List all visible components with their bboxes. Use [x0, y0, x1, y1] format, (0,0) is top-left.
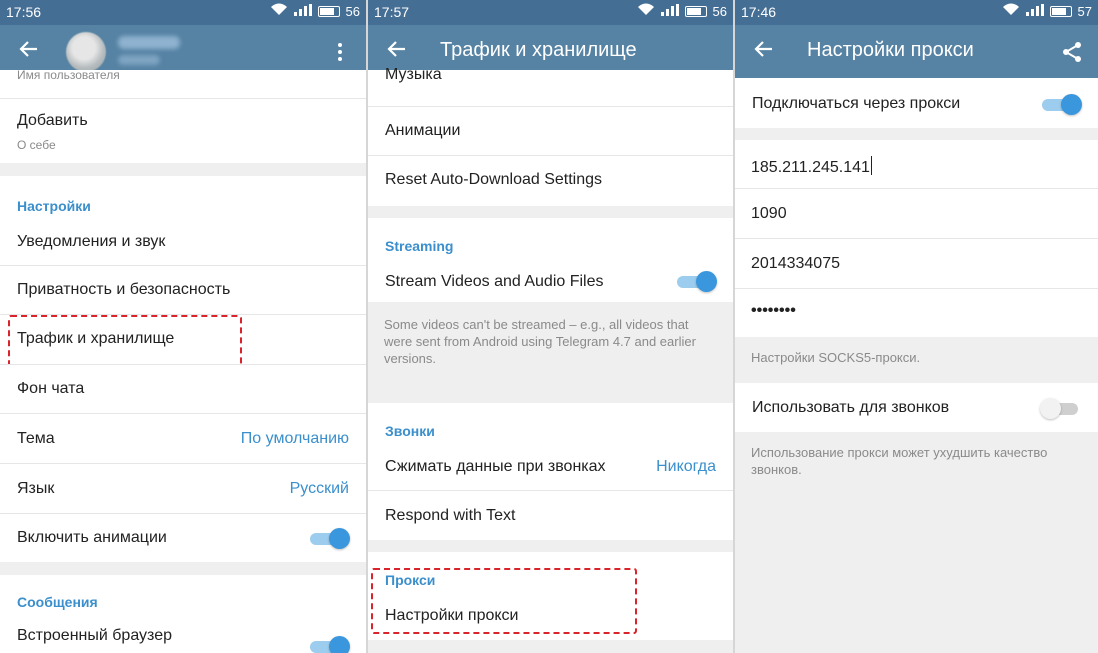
- respond-text-label: Respond with Text: [385, 507, 516, 524]
- profile-name-blurred: [118, 36, 180, 49]
- username-field[interactable]: 2014334075: [735, 239, 1098, 288]
- back-arrow-icon[interactable]: [382, 37, 412, 67]
- chat-background-label: Фон чата: [17, 380, 85, 397]
- server-value: 185.211.245.141: [751, 159, 870, 176]
- port-value: 1090: [751, 205, 787, 222]
- battery-icon: [684, 5, 707, 17]
- back-arrow-icon[interactable]: [749, 37, 779, 67]
- use-for-calls-item[interactable]: Использовать для звонков: [735, 383, 1098, 432]
- language-item[interactable]: Язык Русский: [0, 464, 366, 513]
- language-value: Русский: [289, 480, 349, 497]
- stream-note: Some videos can't be streamed – e.g., al…: [384, 317, 696, 366]
- use-proxy-item[interactable]: Подключаться через прокси: [735, 78, 1098, 128]
- notifications-item[interactable]: Уведомления и звук: [0, 222, 366, 265]
- chat-background-item[interactable]: Фон чата: [0, 365, 366, 413]
- battery-icon: [317, 5, 340, 17]
- wifi-icon: [270, 3, 288, 19]
- music-item[interactable]: Музыка: [368, 66, 733, 96]
- username-value: 2014334075: [751, 255, 840, 272]
- username-row[interactable]: Имя пользователя: [0, 68, 366, 90]
- animations-toggle[interactable]: [310, 528, 350, 549]
- more-vertical-icon[interactable]: [326, 37, 354, 67]
- status-time: 17:57: [374, 4, 410, 20]
- use-for-calls-toggle[interactable]: [1040, 398, 1080, 419]
- share-icon[interactable]: [1058, 37, 1086, 67]
- profile-settings-screen: 17:56 56 Имя пользователя Добавить О себ…: [0, 0, 366, 653]
- bio-sub: О себе: [17, 138, 56, 152]
- signal-icon: [660, 3, 679, 19]
- calls-section-title: Звонки: [385, 423, 435, 439]
- animations-label: Включить анимации: [17, 529, 167, 546]
- app-bar: Настройки прокси: [735, 25, 1098, 78]
- theme-item[interactable]: Тема По умолчанию: [0, 414, 366, 463]
- battery-level: 56: [345, 3, 360, 19]
- data-storage-screen: 17:57 56 Трафик и хранилище Музыка Анима…: [368, 0, 733, 653]
- browser-toggle[interactable]: [310, 636, 350, 653]
- password-value: ••••••••: [751, 302, 796, 319]
- battery-level: 57: [1077, 3, 1092, 19]
- calls-note-block: Использование прокси может ухудшить каче…: [735, 432, 1098, 653]
- animations-item[interactable]: Анимации: [368, 107, 733, 155]
- status-time: 17:46: [741, 4, 777, 20]
- respond-text-item[interactable]: Respond with Text: [368, 491, 733, 540]
- back-arrow-icon[interactable]: [14, 37, 44, 67]
- highlight-box: [8, 315, 242, 368]
- battery-level: 56: [712, 3, 727, 19]
- use-proxy-toggle[interactable]: [1042, 94, 1082, 115]
- theme-label: Тема: [17, 430, 55, 447]
- proxy-settings-screen: 17:46 57 Настройки прокси Подключаться ч…: [735, 0, 1098, 653]
- socks-note: Настройки SOCKS5-прокси.: [751, 350, 921, 365]
- username-hint: Имя пользователя: [17, 68, 120, 82]
- stream-item[interactable]: Stream Videos and Audio Files: [368, 262, 733, 302]
- language-label: Язык: [17, 480, 55, 497]
- notifications-label: Уведомления и звук: [17, 233, 166, 250]
- compress-calls-item[interactable]: Сжимать данные при звонках Никогда: [368, 446, 733, 490]
- animations-item[interactable]: Включить анимации: [0, 514, 366, 562]
- stream-toggle[interactable]: [677, 271, 717, 292]
- theme-value: По умолчанию: [240, 430, 349, 447]
- profile-status-blurred: [118, 55, 160, 65]
- reset-autodownload-item[interactable]: Reset Auto-Download Settings: [368, 156, 733, 206]
- server-field[interactable]: 185.211.245.141: [735, 140, 1098, 188]
- settings-section-title: Настройки: [17, 198, 91, 214]
- screen-title: Настройки прокси: [807, 39, 974, 61]
- privacy-label: Приватность и безопасность: [17, 281, 231, 298]
- compress-calls-value: Никогда: [656, 458, 716, 475]
- status-bar: 17:56 56: [0, 0, 366, 25]
- use-proxy-label: Подключаться через прокси: [752, 95, 961, 112]
- port-field[interactable]: 1090: [735, 189, 1098, 238]
- wifi-icon: [1002, 3, 1020, 19]
- signal-icon: [293, 3, 312, 19]
- privacy-item[interactable]: Приватность и безопасность: [0, 266, 366, 314]
- reset-autodownload-label: Reset Auto-Download Settings: [385, 171, 603, 188]
- signal-icon: [1025, 3, 1044, 19]
- highlight-box: [371, 568, 637, 634]
- text-caret: [870, 156, 873, 175]
- status-time: 17:56: [6, 4, 42, 20]
- use-for-calls-label: Использовать для звонков: [752, 399, 950, 416]
- bio-row[interactable]: Добавить О себе: [0, 99, 366, 163]
- music-label: Музыка: [385, 66, 442, 83]
- status-bar: 17:57 56: [368, 0, 733, 25]
- battery-icon: [1049, 5, 1072, 17]
- bio-label: Добавить: [17, 112, 88, 129]
- screen-title: Трафик и хранилище: [440, 39, 637, 61]
- password-field[interactable]: ••••••••: [735, 289, 1098, 337]
- browser-item[interactable]: Встроенный браузер: [0, 618, 366, 653]
- avatar[interactable]: [66, 32, 106, 72]
- socks-note-block: Настройки SOCKS5-прокси.: [735, 337, 1098, 383]
- calls-note: Использование прокси может ухудшить каче…: [751, 445, 1048, 477]
- status-bar: 17:46 57: [735, 0, 1098, 25]
- stream-label: Stream Videos and Audio Files: [385, 273, 604, 290]
- compress-calls-label: Сжимать данные при звонках: [385, 458, 606, 475]
- wifi-icon: [637, 3, 655, 19]
- stream-note-block: Some videos can't be streamed – e.g., al…: [368, 302, 733, 403]
- animations-label: Анимации: [385, 122, 461, 139]
- messages-section-title: Сообщения: [17, 594, 98, 610]
- browser-label: Встроенный браузер: [17, 627, 172, 644]
- streaming-section-title: Streaming: [385, 238, 454, 254]
